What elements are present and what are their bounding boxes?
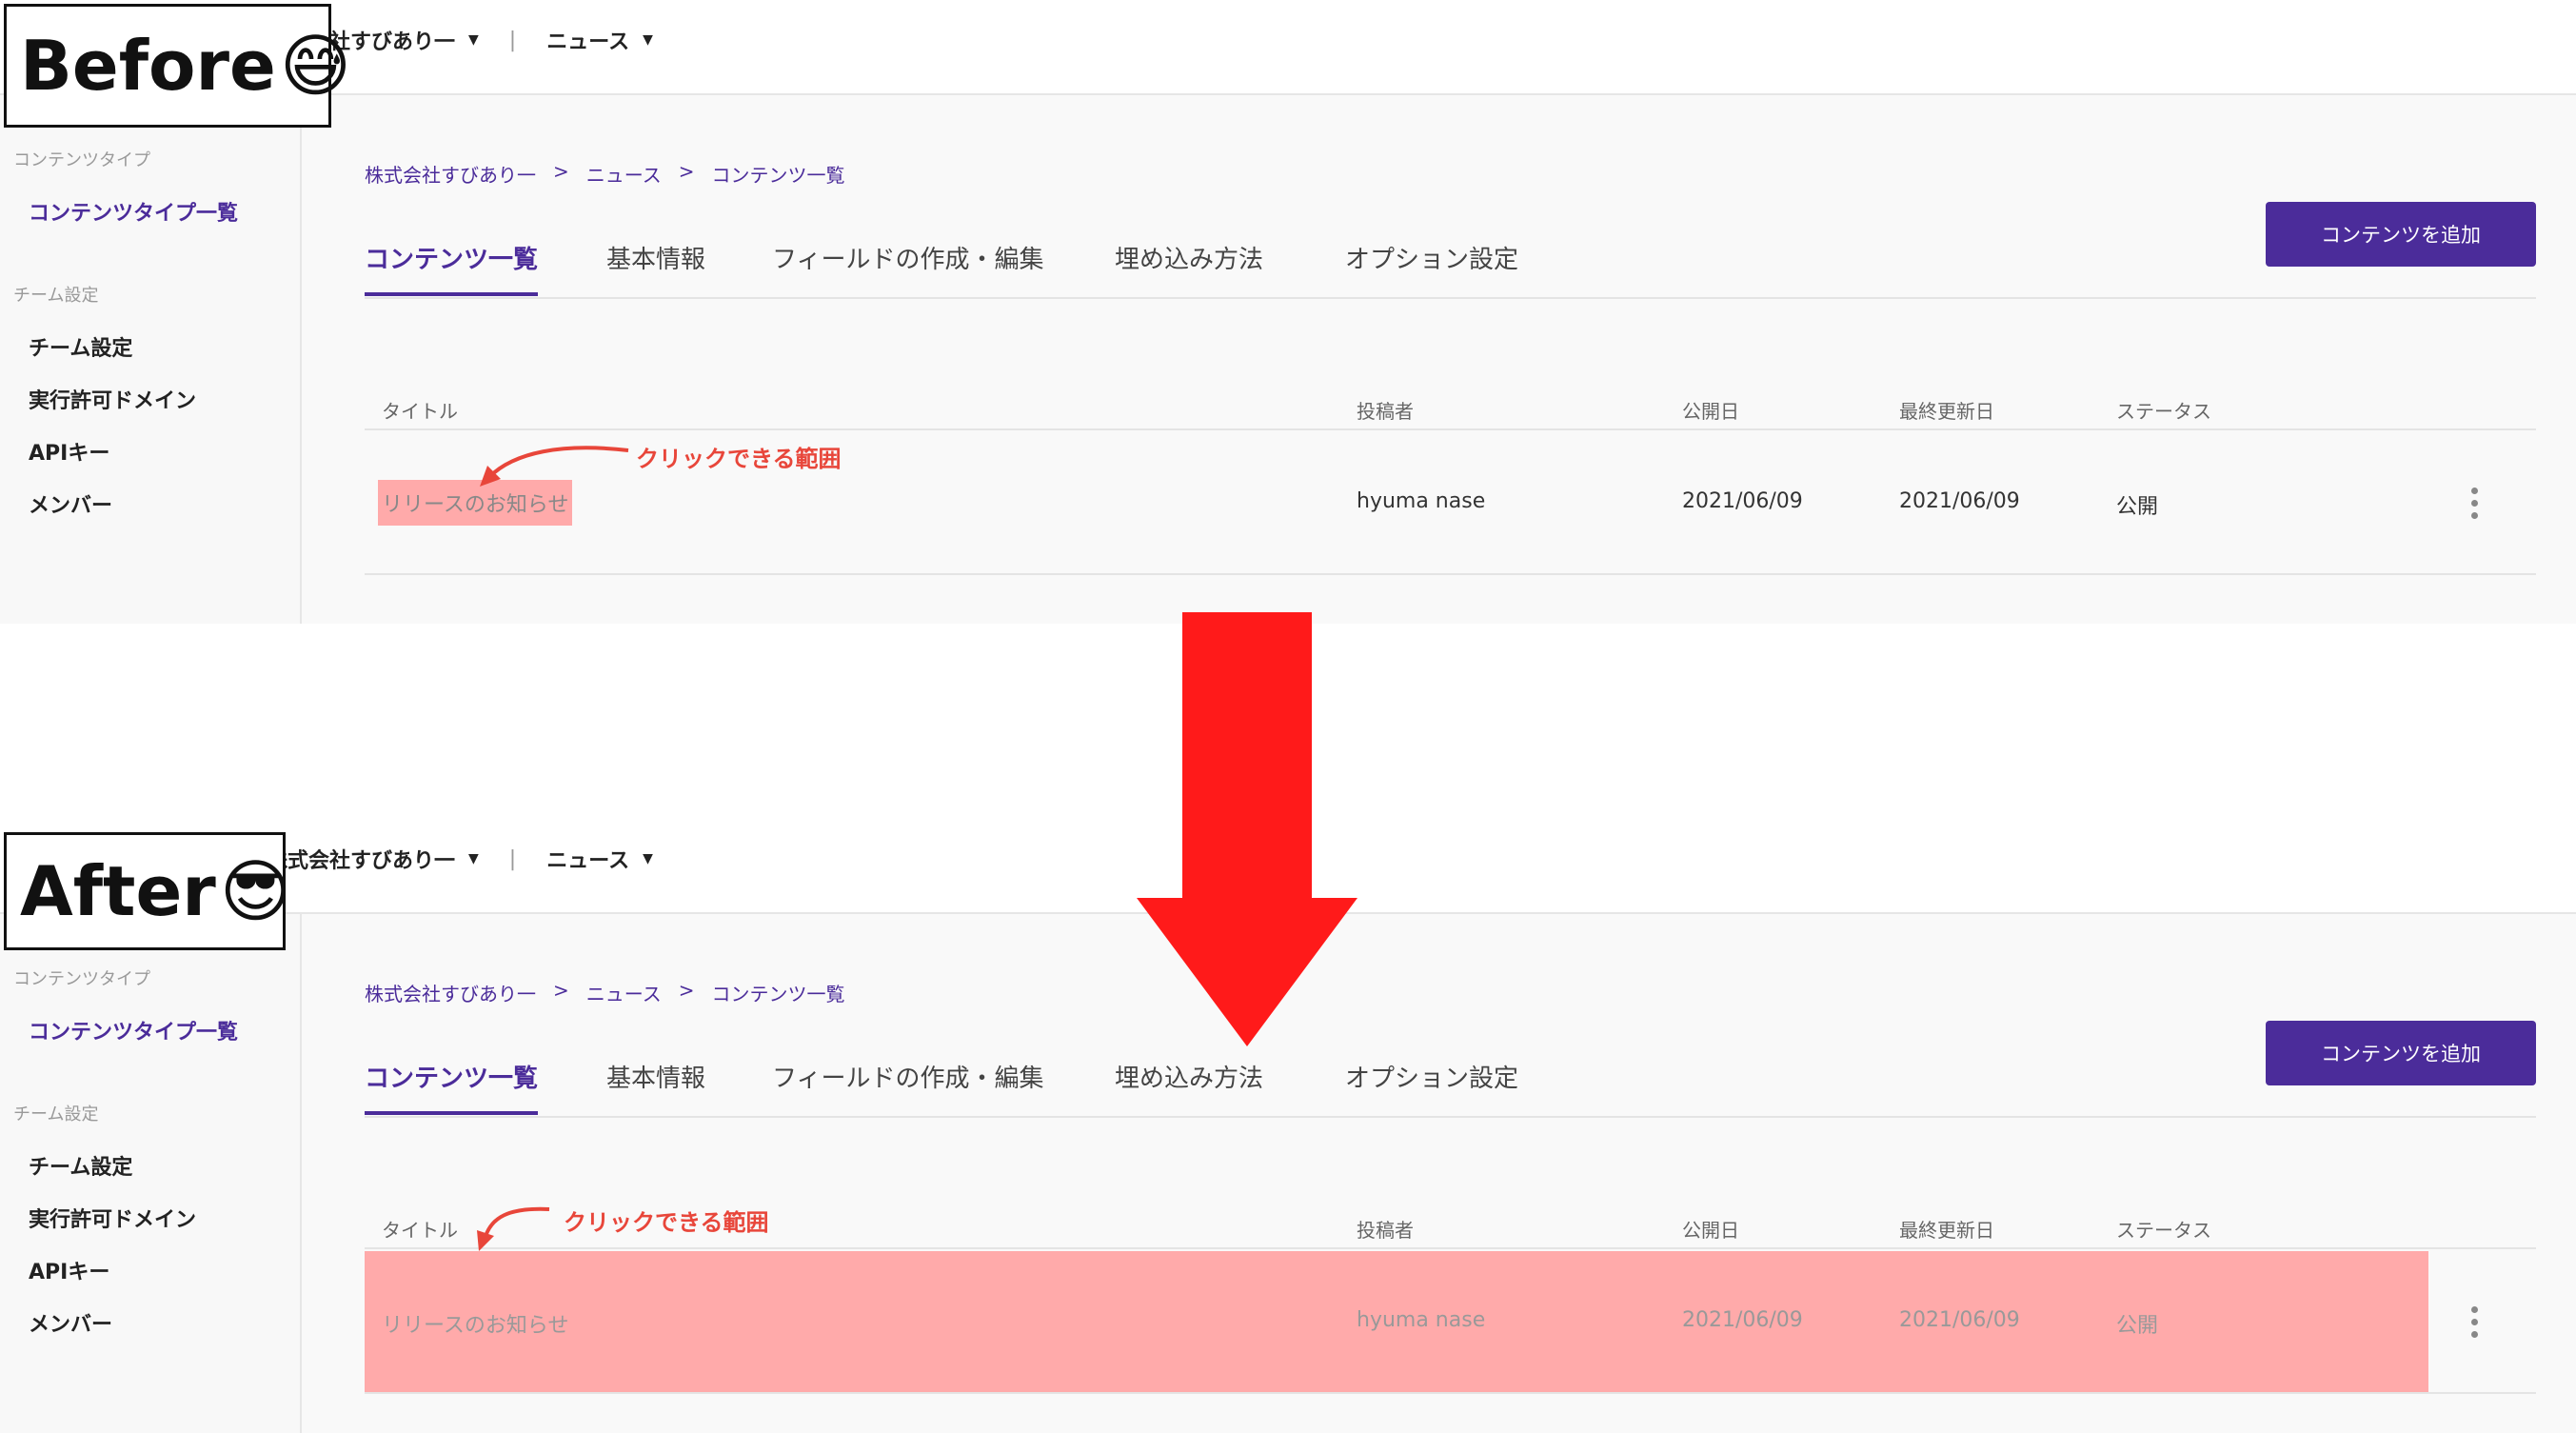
column-updated: 最終更新日 xyxy=(1899,1219,1994,1242)
row-status: 公開 xyxy=(2116,495,2159,519)
big-down-arrow-icon xyxy=(1137,612,1357,1046)
service-switcher[interactable]: ニュース xyxy=(546,844,629,874)
annotation-click-area: クリックできる範囲 xyxy=(636,446,842,472)
column-author: 投稿者 xyxy=(1357,1219,1414,1242)
chevron-down-icon[interactable]: ▼ xyxy=(643,32,653,48)
sidebar-section-content-type: コンテンツタイプ xyxy=(13,150,150,170)
column-status: ステータス xyxy=(2116,1219,2211,1242)
tab-options[interactable]: オプション設定 xyxy=(1345,1059,1518,1111)
chevron-down-icon[interactable]: ▼ xyxy=(468,32,479,48)
sidebar-item-team-settings[interactable]: チーム設定 xyxy=(29,1150,132,1181)
row-updated: 2021/06/09 xyxy=(1899,1308,2020,1332)
divider: | xyxy=(508,28,517,52)
tab-content-list[interactable]: コンテンツ一覧 xyxy=(365,240,539,296)
row-author: hyuma nase xyxy=(1357,489,1486,513)
tab-basic-info[interactable]: 基本情報 xyxy=(606,1059,705,1111)
column-author: 投稿者 xyxy=(1357,400,1414,423)
chevron-down-icon[interactable]: ▼ xyxy=(468,851,479,866)
company-switcher[interactable]: 株式会社すびあり一 xyxy=(267,844,455,874)
column-published: 公開日 xyxy=(1682,400,1739,423)
tab-bar: コンテンツ一覧 基本情報 フィールドの作成・編集 埋め込み方法 オプション設定 xyxy=(365,1059,2536,1118)
before-panel: 株式会社すびあり一 ▼ | ニュース ▼ コンテンツタイプ コンテンツタイプ一覧… xyxy=(0,0,2576,624)
row-author: hyuma nase xyxy=(1357,1308,1486,1332)
column-title: タイトル xyxy=(382,1219,458,1242)
row-published: 2021/06/09 xyxy=(1682,1308,1803,1332)
sidebar-item-team-settings[interactable]: チーム設定 xyxy=(29,331,132,362)
breadcrumb-service[interactable]: ニュース xyxy=(586,979,662,1006)
more-options-icon[interactable] xyxy=(2471,1306,2479,1338)
sidebar-section-team: チーム設定 xyxy=(13,1105,99,1125)
breadcrumb-company[interactable]: 株式会社すびあり一 xyxy=(365,160,536,188)
breadcrumb-current: コンテンツ一覧 xyxy=(711,983,845,1005)
breadcrumb-current: コンテンツ一覧 xyxy=(711,164,845,187)
tab-bar: コンテンツ一覧 基本情報 フィールドの作成・編集 埋め込み方法 オプション設定 xyxy=(365,240,2536,299)
top-bar: 株式会社すびあり一 ▼ | ニュース ▼ xyxy=(0,0,2576,95)
chevron-down-icon[interactable]: ▼ xyxy=(643,851,653,866)
sidebar-item-content-type-list[interactable]: コンテンツタイプ一覧 xyxy=(29,1015,238,1045)
sidebar: コンテンツタイプ コンテンツタイプ一覧 チーム設定 チーム設定 実行許可ドメイン… xyxy=(0,95,302,624)
more-options-icon[interactable] xyxy=(2471,488,2479,519)
sidebar-item-allowed-domains[interactable]: 実行許可ドメイン xyxy=(29,1203,196,1233)
main-content: 株式会社すびあり一 > ニュース > コンテンツ一覧 コンテンツ一覧 基本情報 … xyxy=(302,914,2576,1433)
column-updated: 最終更新日 xyxy=(1899,400,1994,423)
add-content-button[interactable]: コンテンツを追加 xyxy=(2266,202,2536,267)
annotation-arrow-icon xyxy=(477,1206,550,1251)
annotation-click-area: クリックできる範囲 xyxy=(564,1209,769,1236)
sidebar-item-content-type-list[interactable]: コンテンツタイプ一覧 xyxy=(29,196,238,227)
tab-content-list[interactable]: コンテンツ一覧 xyxy=(365,1059,539,1115)
annotation-arrow-icon xyxy=(480,446,629,487)
sidebar-item-api-keys[interactable]: APIキー xyxy=(29,436,109,467)
column-published: 公開日 xyxy=(1682,1219,1739,1242)
column-status: ステータス xyxy=(2116,400,2211,423)
row-updated: 2021/06/09 xyxy=(1899,489,2020,513)
row-status: 公開 xyxy=(2116,1314,2159,1338)
tab-embed[interactable]: 埋め込み方法 xyxy=(1115,1059,1263,1111)
main-content: 株式会社すびあり一 > ニュース > コンテンツ一覧 コンテンツ一覧 基本情報 … xyxy=(302,95,2576,624)
table-header: タイトル 投稿者 公開日 最終更新日 ステータス xyxy=(365,392,2536,430)
tab-basic-info[interactable]: 基本情報 xyxy=(606,240,705,292)
sidebar: コンテンツタイプ コンテンツタイプ一覧 チーム設定 チーム設定 実行許可ドメイン… xyxy=(0,914,302,1433)
top-breadcrumb: 株式会社すびあり一 ▼ | ニュース ▼ xyxy=(267,844,653,874)
sidebar-item-members[interactable]: メンバー xyxy=(29,1307,112,1338)
breadcrumb: 株式会社すびあり一 > ニュース > コンテンツ一覧 xyxy=(365,160,845,188)
breadcrumb-service[interactable]: ニュース xyxy=(586,160,662,188)
tab-embed[interactable]: 埋め込み方法 xyxy=(1115,240,1263,292)
sunglasses-icon: 😎 xyxy=(219,851,291,931)
row-published: 2021/06/09 xyxy=(1682,489,1803,513)
sidebar-item-allowed-domains[interactable]: 実行許可ドメイン xyxy=(29,384,196,414)
sidebar-item-api-keys[interactable]: APIキー xyxy=(29,1255,109,1285)
service-switcher[interactable]: ニュース xyxy=(546,25,629,55)
before-label: Before 😅 xyxy=(4,4,351,128)
tab-fields[interactable]: フィールドの作成・編集 xyxy=(772,240,1043,292)
breadcrumb-company[interactable]: 株式会社すびあり一 xyxy=(365,979,536,1006)
sweat-smile-icon: 😅 xyxy=(279,26,351,106)
breadcrumb: 株式会社すびあり一 > ニュース > コンテンツ一覧 xyxy=(365,979,845,1006)
sidebar-item-members[interactable]: メンバー xyxy=(29,488,112,519)
sidebar-section-content-type: コンテンツタイプ xyxy=(13,969,150,989)
row-title: リリースのお知らせ xyxy=(382,1314,569,1338)
sidebar-section-team: チーム設定 xyxy=(13,286,99,306)
tab-fields[interactable]: フィールドの作成・編集 xyxy=(772,1059,1043,1111)
add-content-button[interactable]: コンテンツを追加 xyxy=(2266,1021,2536,1085)
after-label: After 😎 xyxy=(4,832,291,950)
table-row[interactable]: リリースのお知らせ hyuma nase 2021/06/09 2021/06/… xyxy=(365,1249,2536,1394)
tab-options[interactable]: オプション設定 xyxy=(1345,240,1518,292)
column-title: タイトル xyxy=(382,400,458,423)
divider: | xyxy=(508,846,517,871)
